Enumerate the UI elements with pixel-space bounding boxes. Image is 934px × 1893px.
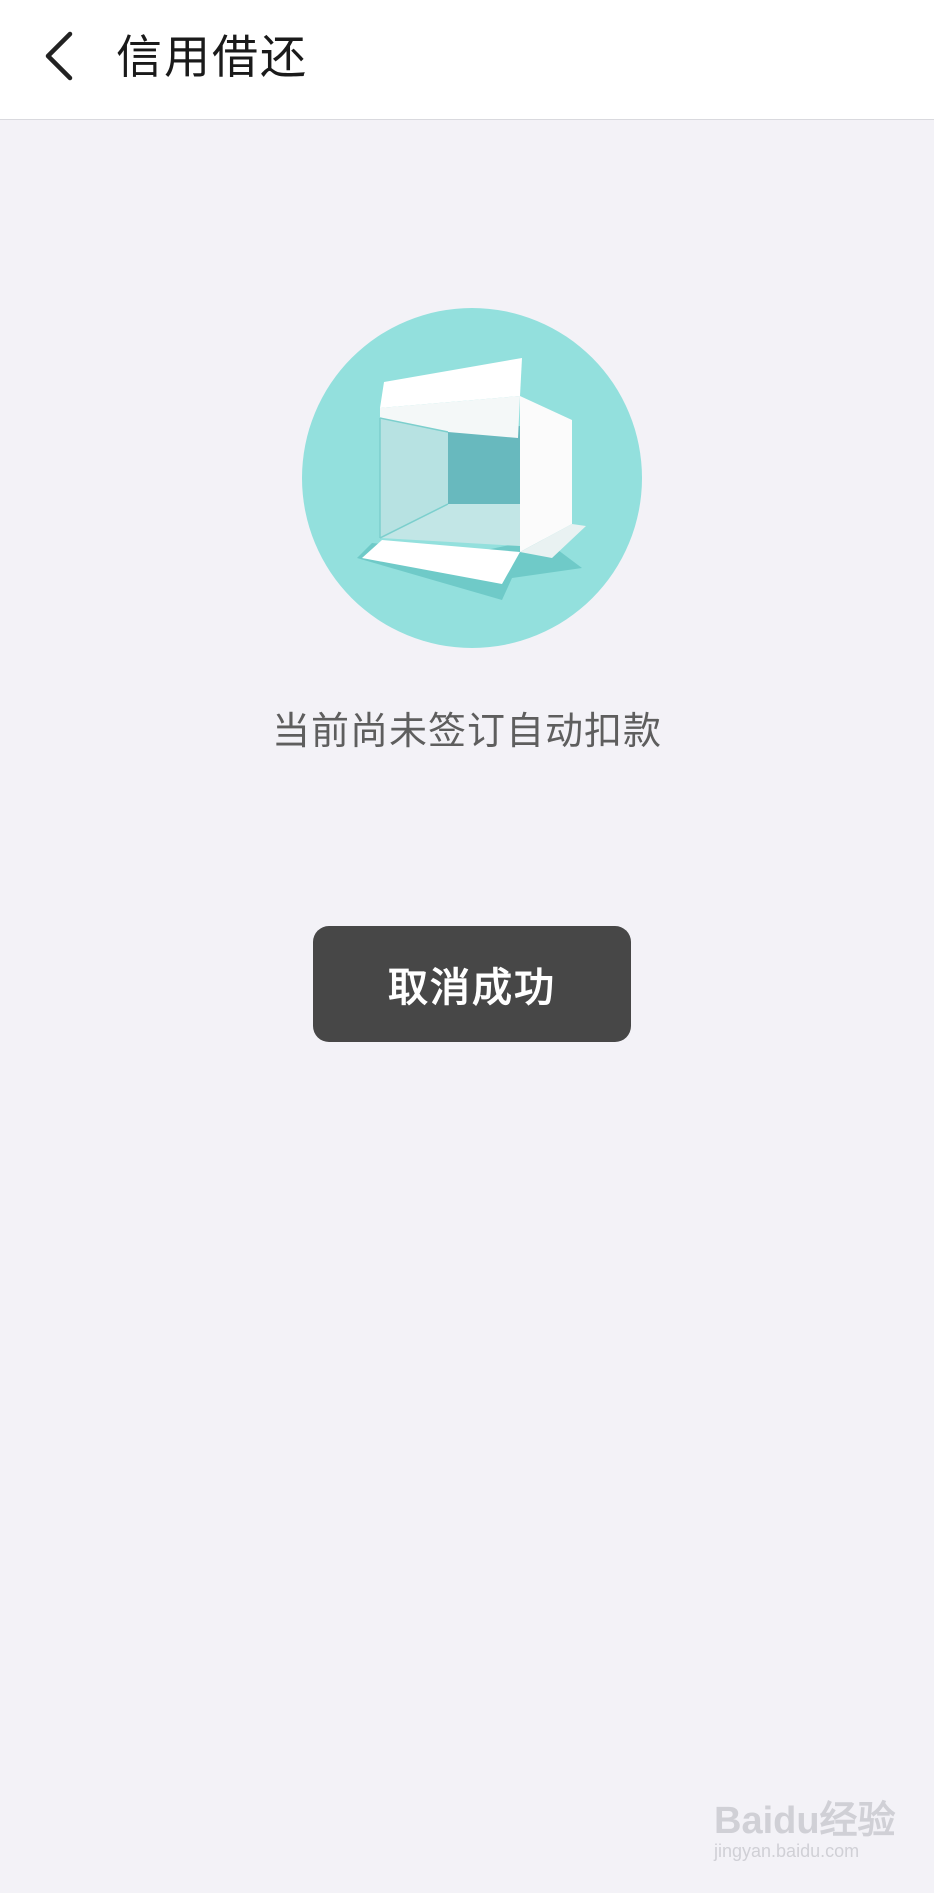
- watermark-logo: Baidu经验: [714, 1800, 896, 1842]
- page-title: 信用借还: [116, 30, 308, 84]
- watermark-url: jingyan.baidu.com: [714, 1841, 860, 1861]
- empty-box-icon: [302, 308, 642, 648]
- back-button[interactable]: [28, 20, 92, 92]
- empty-state-message: 当前尚未签订自动扣款: [271, 709, 662, 753]
- toast-message: 取消成功: [313, 926, 631, 1042]
- top-nav-bar: 信用借还: [0, 0, 934, 120]
- watermark: Baidu经验 jingyan.baidu.com: [714, 1789, 896, 1869]
- chevron-left-icon: [45, 31, 73, 81]
